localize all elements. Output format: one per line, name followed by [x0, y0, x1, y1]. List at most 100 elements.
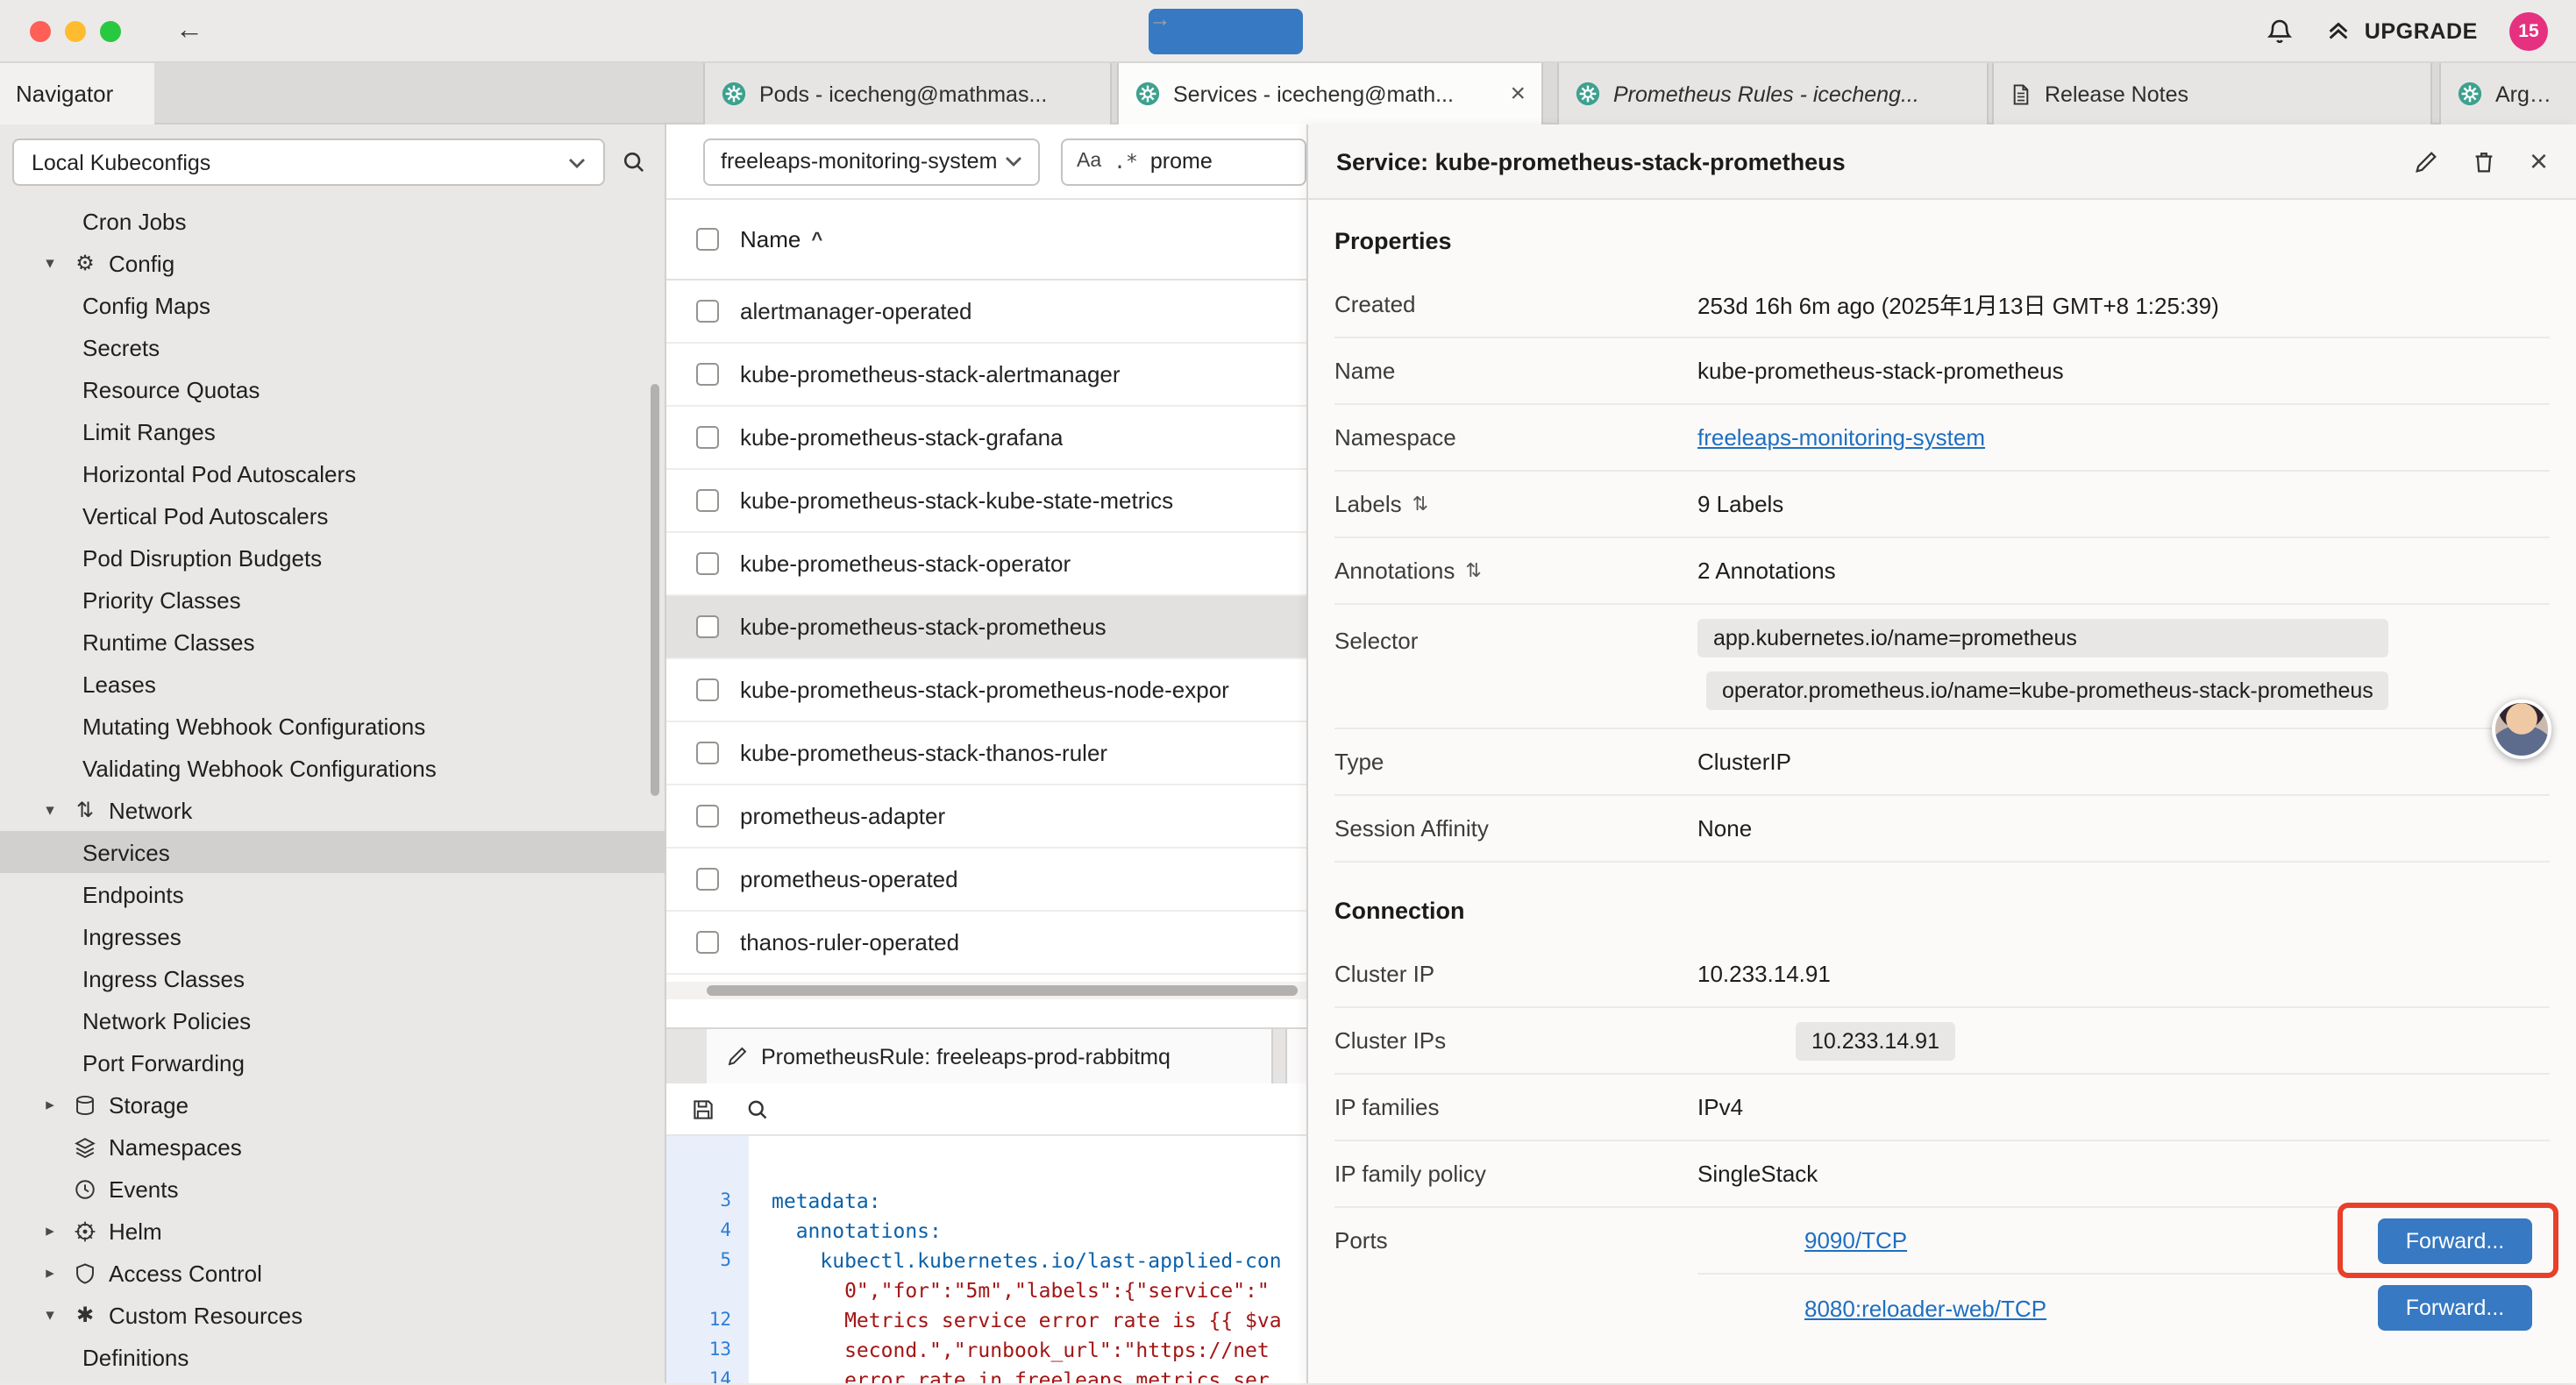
trash-icon[interactable]: [2472, 148, 2498, 174]
namespace-selector[interactable]: freeleaps-monitoring-system: [703, 138, 1040, 185]
sidebar-item-resource-quotas[interactable]: Resource Quotas: [0, 368, 665, 410]
sidebar-item-helm[interactable]: ▸ Helm: [0, 1210, 665, 1252]
row-checkbox[interactable]: [696, 742, 719, 764]
match-case-toggle[interactable]: Aa: [1077, 151, 1101, 172]
sidebar-item-definitions[interactable]: Definitions: [0, 1336, 665, 1378]
sidebar-item-network-policies[interactable]: Network Policies: [0, 999, 665, 1041]
table-row[interactable]: kube-prometheus-stack-thanos-ruler: [666, 722, 1306, 785]
sort-ascending-icon[interactable]: ^: [811, 229, 822, 250]
tab-release-notes[interactable]: Release Notes: [1992, 63, 2432, 124]
service-name: kube-prometheus-stack-operator: [740, 550, 1071, 577]
row-checkbox[interactable]: [696, 805, 719, 827]
notifications-bell-icon[interactable]: [2266, 17, 2295, 45]
tab-services[interactable]: Services - icecheng@math... ×: [1117, 63, 1543, 124]
table-row[interactable]: thanos-ruler-operated: [666, 912, 1306, 975]
table-row[interactable]: alertmanager-operated: [666, 281, 1306, 344]
close-drawer-icon[interactable]: ×: [2530, 146, 2548, 177]
table-row-selected[interactable]: kube-prometheus-stack-prometheus: [666, 596, 1306, 659]
kubeconfig-selector[interactable]: Local Kubeconfigs: [12, 138, 605, 186]
chevron-down-icon[interactable]: ▾: [39, 253, 61, 273]
row-checkbox[interactable]: [696, 300, 719, 323]
sidebar-item-custom-resources[interactable]: ▾ ✱ Custom Resources: [0, 1294, 665, 1336]
tab-prometheus-rules[interactable]: Prometheus Rules - icecheng...: [1557, 63, 1989, 124]
sidebar-item-pod-disruption-budgets[interactable]: Pod Disruption Budgets: [0, 536, 665, 579]
tab-argo[interactable]: Argo S: [2439, 63, 2576, 124]
tab-pods[interactable]: Pods - icecheng@mathmas...: [703, 63, 1112, 124]
chevron-down-icon[interactable]: ▾: [39, 800, 61, 820]
yaml-editor[interactable]: 3metadata: 4 annotations: 5 kubectl.kube…: [666, 1136, 1306, 1383]
forward-button[interactable]: Forward...: [2378, 1285, 2532, 1331]
row-checkbox[interactable]: [696, 615, 719, 638]
table-row[interactable]: kube-prometheus-stack-prometheus-node-ex…: [666, 659, 1306, 722]
expand-toggle-icon[interactable]: ⇅: [1413, 493, 1428, 515]
search-icon[interactable]: [621, 149, 647, 175]
back-icon[interactable]: ←: [175, 17, 203, 45]
row-checkbox[interactable]: [696, 552, 719, 575]
dock-tab-partial[interactable]: [1285, 1029, 1306, 1083]
sidebar-item-cron-jobs[interactable]: Cron Jobs: [0, 200, 665, 242]
regex-toggle[interactable]: .*: [1114, 149, 1138, 174]
chevron-right-icon[interactable]: ▸: [39, 1221, 61, 1240]
sidebar-item-config[interactable]: ▾ ⚙ Config: [0, 242, 665, 284]
sidebar-item-namespaces[interactable]: Namespaces: [0, 1126, 665, 1168]
forward-icon[interactable]: →: [1149, 8, 1303, 53]
search-box[interactable]: Aa .* prome: [1061, 138, 1306, 185]
edit-pencil-icon[interactable]: [2414, 148, 2440, 174]
sidebar-item-network[interactable]: ▾ ⇅ Network: [0, 789, 665, 831]
sidebar-item-port-forwarding[interactable]: Port Forwarding: [0, 1041, 665, 1083]
sidebar-item-storage[interactable]: ▸ Storage: [0, 1083, 665, 1126]
port-link[interactable]: 9090/TCP: [1804, 1227, 1907, 1254]
sidebar-item-priority-classes[interactable]: Priority Classes: [0, 579, 665, 621]
sidebar-item-events[interactable]: Events: [0, 1168, 665, 1210]
notification-badge[interactable]: 15: [2509, 11, 2548, 50]
table-row[interactable]: prometheus-adapter: [666, 785, 1306, 849]
sidebar-item-vertical-pod-autoscalers[interactable]: Vertical Pod Autoscalers: [0, 494, 665, 536]
row-checkbox[interactable]: [696, 931, 719, 954]
sidebar-item-validating-webhook-configurations[interactable]: Validating Webhook Configurations: [0, 747, 665, 789]
save-icon[interactable]: [691, 1097, 715, 1121]
minimize-window-button[interactable]: [65, 20, 86, 41]
avatar[interactable]: [2492, 700, 2551, 759]
close-icon[interactable]: ×: [1510, 79, 1526, 109]
row-checkbox[interactable]: [696, 426, 719, 449]
dock-tab-prometheusrule[interactable]: PrometheusRule: freeleaps-prod-rabbitmq: [707, 1029, 1273, 1083]
sidebar-item-ingress-classes[interactable]: Ingress Classes: [0, 957, 665, 999]
sidebar-item-runtime-classes[interactable]: Runtime Classes: [0, 621, 665, 663]
row-checkbox[interactable]: [696, 868, 719, 891]
row-checkbox[interactable]: [696, 678, 719, 701]
forward-button[interactable]: Forward...: [2378, 1218, 2532, 1263]
chevron-down-icon[interactable]: ▾: [39, 1305, 61, 1325]
sidebar-scrollbar[interactable]: [651, 384, 659, 796]
sidebar-item-secrets[interactable]: Secrets: [0, 326, 665, 368]
table-row[interactable]: kube-prometheus-stack-alertmanager: [666, 344, 1306, 407]
sidebar-item-config-maps[interactable]: Config Maps: [0, 284, 665, 326]
port-link[interactable]: 8080:reloader-web/TCP: [1804, 1295, 2046, 1321]
scrollbar-thumb[interactable]: [707, 985, 1298, 996]
row-checkbox[interactable]: [696, 489, 719, 512]
sidebar-item-ingresses[interactable]: Ingresses: [0, 915, 665, 957]
namespace-link[interactable]: freeleaps-monitoring-system: [1697, 424, 1985, 451]
close-window-button[interactable]: [30, 20, 51, 41]
sidebar-item-leases[interactable]: Leases: [0, 663, 665, 705]
upgrade-button[interactable]: UPGRADE: [2326, 18, 2478, 44]
horizontal-scrollbar[interactable]: [666, 982, 1306, 999]
select-all-checkbox[interactable]: [696, 228, 719, 251]
row-checkbox[interactable]: [696, 363, 719, 386]
chevron-right-icon[interactable]: ▸: [39, 1095, 61, 1114]
sidebar-item-services[interactable]: Services: [0, 831, 665, 873]
table-row[interactable]: prometheus-operated: [666, 849, 1306, 912]
chevron-right-icon[interactable]: ▸: [39, 1263, 61, 1282]
sidebar-item-mutating-webhook-configurations[interactable]: Mutating Webhook Configurations: [0, 705, 665, 747]
table-row[interactable]: kube-prometheus-stack-grafana: [666, 407, 1306, 470]
sidebar-item-access-control[interactable]: ▸ Access Control: [0, 1252, 665, 1294]
sidebar-item-horizontal-pod-autoscalers[interactable]: Horizontal Pod Autoscalers: [0, 452, 665, 494]
column-header-name[interactable]: Name: [740, 226, 801, 252]
editor-search-icon[interactable]: [745, 1097, 770, 1121]
sidebar-item-endpoints[interactable]: Endpoints: [0, 873, 665, 915]
expand-toggle-icon[interactable]: ⇅: [1465, 559, 1481, 582]
maximize-window-button[interactable]: [100, 20, 121, 41]
table-row[interactable]: kube-prometheus-stack-operator: [666, 533, 1306, 596]
search-query[interactable]: prome: [1150, 149, 1213, 174]
sidebar-item-limit-ranges[interactable]: Limit Ranges: [0, 410, 665, 452]
table-row[interactable]: kube-prometheus-stack-kube-state-metrics: [666, 470, 1306, 533]
